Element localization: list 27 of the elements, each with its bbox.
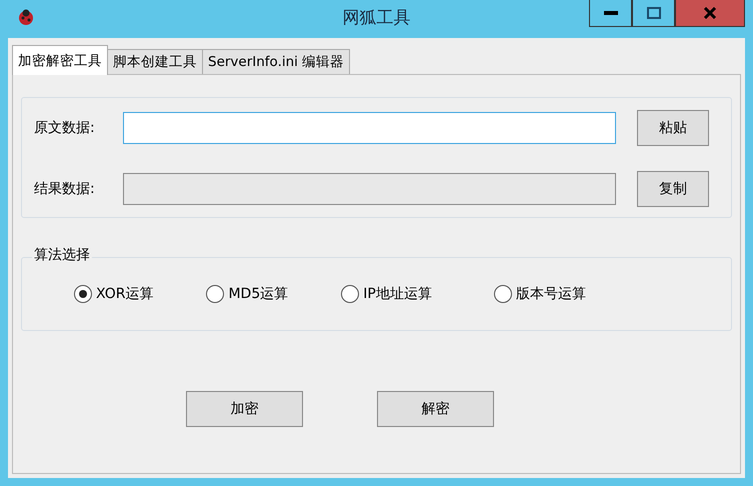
encrypt-button[interactable]: 加密 (186, 391, 303, 427)
radio-option[interactable]: 版本号运算 (494, 284, 586, 304)
tab[interactable]: 加密解密工具 (12, 45, 108, 75)
radio-button[interactable] (341, 285, 360, 303)
input-field[interactable] (123, 173, 616, 205)
maximize-button[interactable] (632, 0, 675, 27)
radio-option[interactable]: XOR运算 (74, 284, 154, 304)
tab[interactable]: 脚本创建工具 (107, 49, 203, 74)
app-icon (16, 7, 36, 27)
radio-button[interactable] (206, 285, 224, 303)
radio-button[interactable] (74, 285, 92, 303)
close-button[interactable] (675, 0, 745, 27)
copy-button[interactable]: 复制 (637, 171, 709, 207)
minimize-icon (604, 11, 618, 15)
radio-button[interactable] (494, 285, 512, 303)
maximize-icon (646, 7, 660, 19)
close-icon (703, 7, 717, 19)
radio-option[interactable]: IP地址运算 (341, 284, 432, 304)
radio-option[interactable]: MD5运算 (206, 284, 288, 304)
minimize-button[interactable] (589, 0, 632, 27)
field-label: 结果数据: (34, 180, 96, 198)
decrypt-button[interactable]: 解密 (377, 391, 494, 427)
paste-button[interactable]: 粘贴 (637, 110, 709, 146)
field-label: 原文数据: (34, 118, 96, 138)
window-title: 网狐工具 (342, 7, 410, 30)
input-field[interactable] (123, 112, 616, 144)
tab[interactable]: ServerInfo.ini 编辑器 (202, 49, 350, 74)
